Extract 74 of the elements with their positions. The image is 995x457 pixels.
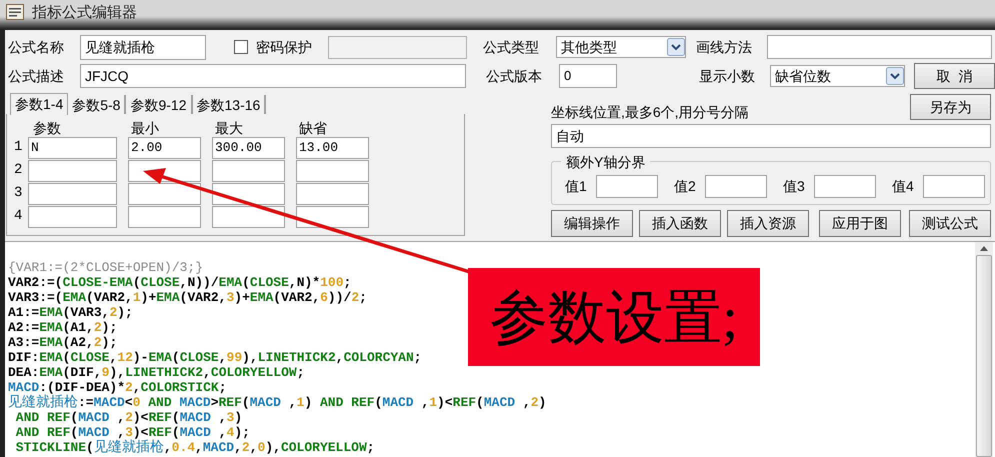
- code-line[interactable]: A3:=EMA(A2,2);: [8, 335, 118, 350]
- column-header: 最小: [131, 120, 160, 136]
- column-header: 参数: [33, 120, 62, 136]
- checkbox-label: 密码保护: [256, 38, 313, 56]
- parameter-field[interactable]: [212, 206, 285, 228]
- row-number: 2: [14, 161, 24, 180]
- action-button[interactable]: 插入资源: [727, 210, 809, 237]
- description-field[interactable]: JFJCQ: [80, 64, 466, 88]
- field-label: 值2: [674, 176, 697, 196]
- tab[interactable]: 参数1-4: [10, 93, 68, 115]
- window-title: 指标公式编辑器: [32, 3, 137, 23]
- type-dropdown[interactable]: 其他类型: [556, 36, 686, 58]
- parameter-field[interactable]: 13.00: [296, 136, 369, 158]
- parameter-field[interactable]: [128, 206, 201, 228]
- parameter-field[interactable]: [128, 182, 201, 204]
- parameter-field[interactable]: [212, 182, 285, 204]
- cancel-button[interactable]: 取 消: [914, 63, 995, 89]
- parameter-field[interactable]: [296, 182, 369, 204]
- field-label: 公式类型: [483, 38, 540, 56]
- name-field[interactable]: 见缝就插枪: [80, 34, 206, 60]
- scrollbar[interactable]: [975, 242, 993, 457]
- parameter-field[interactable]: [296, 160, 369, 182]
- parameter-field[interactable]: [296, 206, 369, 228]
- save-as-button[interactable]: 另存为: [910, 94, 991, 120]
- code-line[interactable]: STICKLINE(见缝就插枪,0.4,MACD,2,0),COLORYELLOW;: [8, 440, 375, 455]
- action-button[interactable]: 测试公式: [909, 210, 991, 237]
- code-line[interactable]: MACD:(DIF-DEA)*2,COLORSTICK;: [8, 380, 226, 395]
- axis-lines-field[interactable]: 自动: [551, 124, 991, 148]
- field-label: 值4: [892, 176, 915, 196]
- action-button[interactable]: 应用于图: [819, 210, 901, 237]
- row-number: 1: [14, 138, 24, 157]
- decimals-dropdown[interactable]: 缺省位数: [770, 65, 905, 87]
- field-label: 值3: [783, 176, 806, 196]
- row-number: 3: [14, 184, 24, 203]
- code-line[interactable]: VAR3:=(EMA(VAR2,1)+EMA(VAR2,3)+EMA(VAR2,6))/2;: [8, 290, 367, 305]
- parameter-field[interactable]: [212, 160, 285, 182]
- field-label: 公式名称: [8, 38, 65, 56]
- window-icon: [6, 4, 24, 20]
- version-field[interactable]: 0: [559, 64, 617, 88]
- column-header: 缺省: [299, 120, 328, 136]
- action-button[interactable]: 插入函数: [639, 210, 721, 237]
- code-line[interactable]: A1:=EMA(VAR3,2);: [8, 305, 133, 320]
- code-line[interactable]: A2:=EMA(A1,2);: [8, 320, 118, 335]
- callout-label: 参数设置;: [468, 268, 760, 366]
- code-line[interactable]: AND REF(MACD ,3)<REF(MACD ,4);: [8, 425, 250, 440]
- value-field[interactable]: [705, 174, 767, 198]
- field-label: 值1: [565, 176, 588, 196]
- field-label: 显示小数: [699, 66, 756, 86]
- code-line[interactable]: AND REF(MACD ,2)<REF(MACD ,3): [8, 410, 242, 425]
- column-header: 最大: [215, 120, 244, 136]
- scroll-thumb[interactable]: [976, 255, 992, 457]
- scroll-up-icon[interactable]: [980, 246, 988, 251]
- draw-method-dropdown[interactable]: [767, 35, 992, 59]
- value-field[interactable]: [923, 174, 985, 198]
- code-line[interactable]: DEA:EMA(DIF,9),LINETHICK2,COLORYELLOW;: [8, 365, 305, 380]
- code-line[interactable]: DIF:EMA(CLOSE,12)-EMA(CLOSE,99),LINETHICK2,COLORCYAN;: [8, 350, 422, 365]
- parameter-field[interactable]: [28, 160, 117, 182]
- password-field[interactable]: [328, 36, 467, 58]
- value-field[interactable]: [814, 174, 876, 198]
- parameter-field[interactable]: [28, 182, 117, 204]
- parameter-field[interactable]: 2.00: [128, 136, 201, 158]
- parameter-field[interactable]: 300.00: [212, 136, 285, 158]
- field-label: 公式描述: [8, 66, 65, 86]
- checkbox[interactable]: [234, 40, 248, 54]
- action-button[interactable]: 编辑操作: [551, 210, 633, 237]
- code-line[interactable]: VAR2:=(CLOSE-EMA(CLOSE,N))/EMA(CLOSE,N)*100;: [8, 275, 352, 290]
- parameter-field[interactable]: [28, 206, 117, 228]
- parameter-field[interactable]: N: [28, 136, 117, 158]
- row-number: 4: [14, 207, 24, 226]
- value-field[interactable]: [596, 174, 658, 198]
- field-label: 公式版本: [486, 66, 543, 86]
- code-line[interactable]: 见缝就插枪:=MACD<0 AND MACD>REF(MACD ,1) AND REF(MACD ,1)<REF(MACD ,2): [8, 395, 546, 410]
- field-label: 画线方法: [696, 38, 753, 56]
- axis-lines-label: 坐标线位置,最多6个,用分号分隔: [551, 103, 749, 122]
